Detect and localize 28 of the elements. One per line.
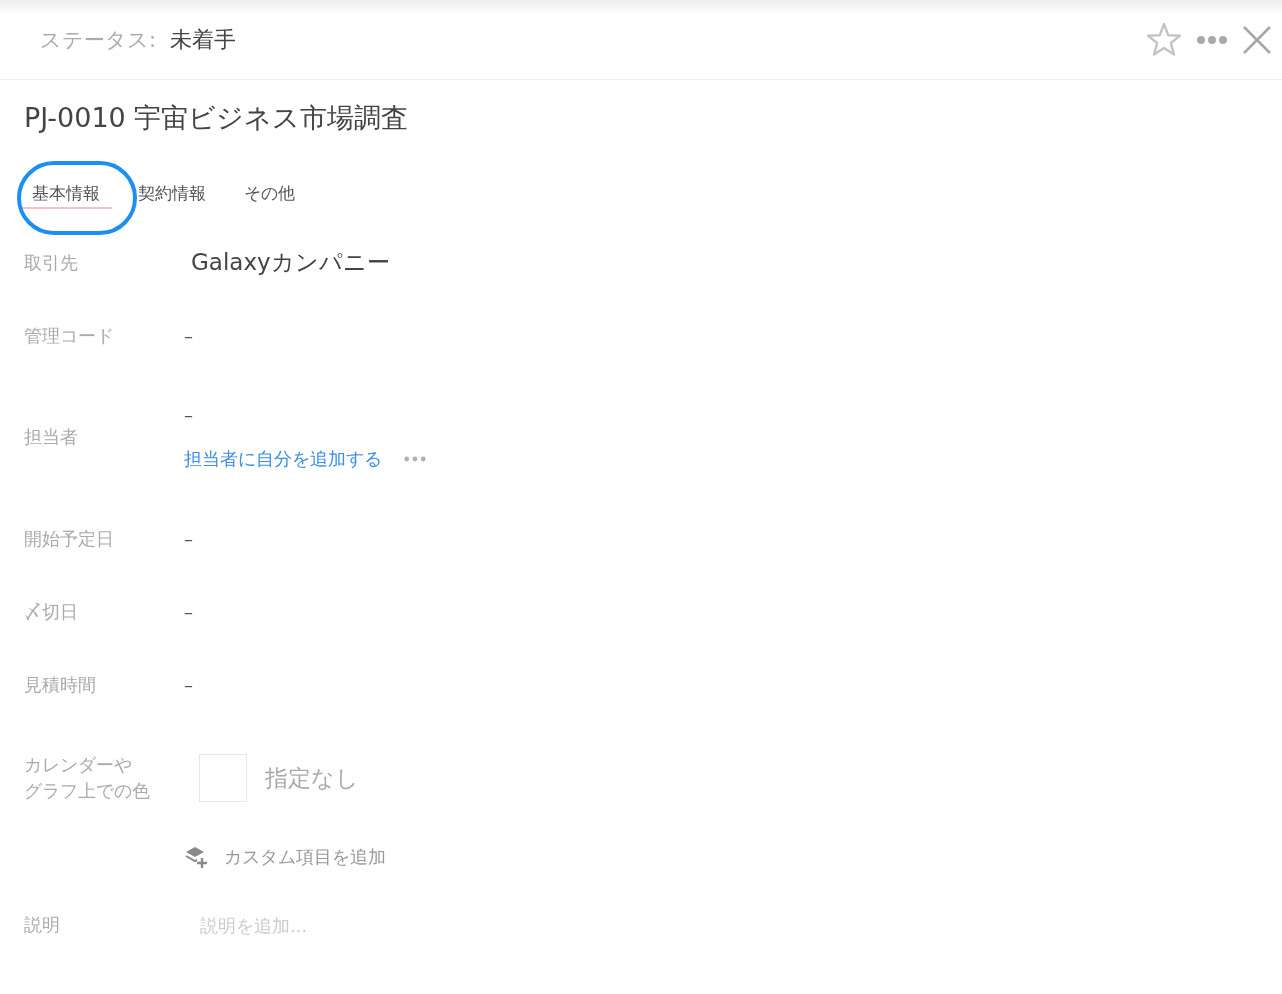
field-label: 見積時間	[24, 673, 96, 695]
close-icon[interactable]	[1242, 24, 1272, 55]
field-value: –	[184, 403, 194, 425]
field-label: 開始予定日	[24, 527, 114, 549]
field-value: –	[184, 325, 193, 346]
field-value: –	[184, 601, 193, 622]
record-title: PJ-0010 宇宙ビジネス市場調査	[23, 101, 410, 135]
more-icon[interactable]	[1196, 34, 1228, 45]
status-label: ステータス:	[40, 26, 157, 54]
more-icon[interactable]	[404, 455, 426, 462]
star-icon[interactable]	[1146, 21, 1182, 58]
field-label: 〆切日	[24, 600, 78, 622]
field-label: 取引先	[24, 251, 78, 273]
field-value: –	[184, 528, 193, 549]
tab[interactable]: 契約情報	[126, 175, 218, 215]
layers-plus-icon	[184, 845, 208, 869]
tab[interactable]: 基本情報	[20, 175, 112, 215]
field-label: 担当者	[24, 426, 78, 447]
field-label: 説明	[24, 914, 60, 935]
field-value: Galaxyカンパニー	[190, 248, 390, 277]
status-value[interactable]: 未着手	[170, 24, 237, 55]
field-label: グラフ上での色	[24, 779, 151, 803]
tab[interactable]: その他	[232, 175, 307, 215]
field-label: カレンダーや	[24, 753, 133, 777]
field-label: 管理コード	[24, 324, 114, 346]
color-swatch[interactable]	[199, 754, 247, 802]
field-value: –	[184, 674, 193, 695]
color-value: 指定なし	[265, 763, 359, 793]
